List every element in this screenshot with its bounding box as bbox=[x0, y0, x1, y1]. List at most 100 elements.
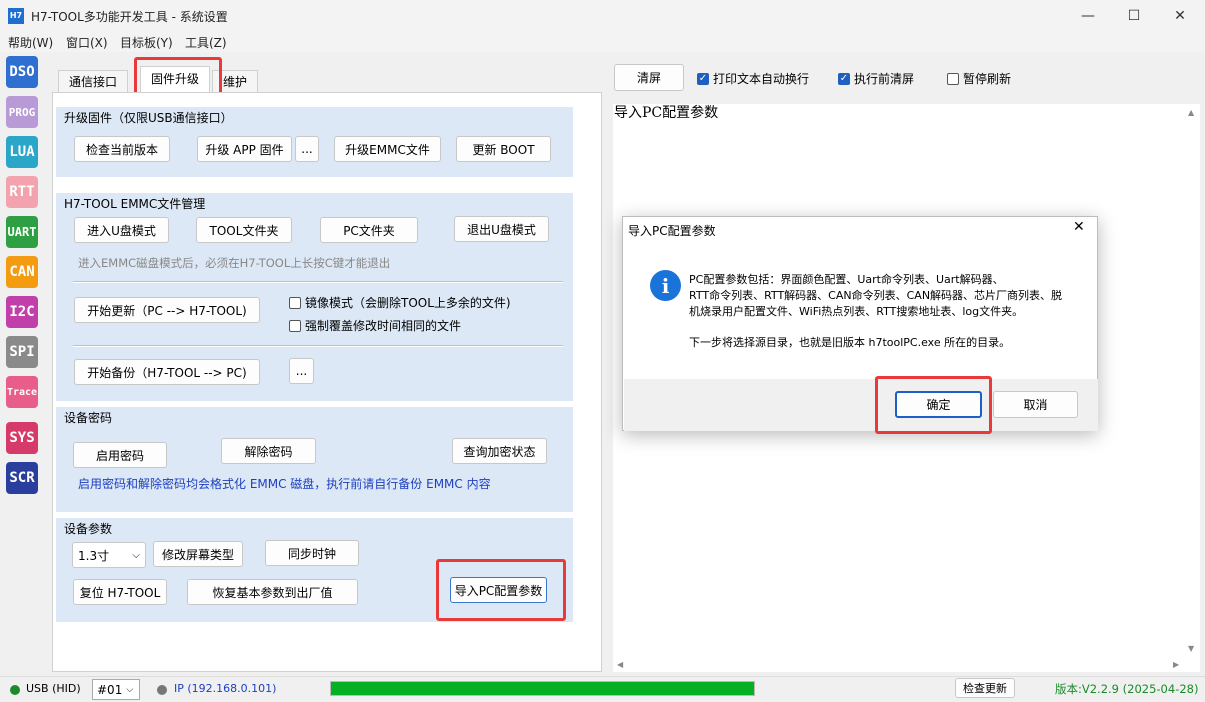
info-icon: i bbox=[650, 270, 681, 301]
scroll-up-icon[interactable]: ▲ bbox=[1188, 108, 1194, 117]
select-value: #01 bbox=[97, 682, 123, 697]
chevron-down-icon: ⌵ bbox=[132, 549, 140, 561]
ip-status-dot bbox=[157, 685, 167, 695]
horizontal-scrollbar[interactable]: ◀ ▶ bbox=[613, 658, 1200, 672]
close-icon[interactable]: ✕ bbox=[1157, 0, 1203, 32]
select-value: 1.3寸 bbox=[78, 548, 110, 563]
status-bar: USB (HID) #01 ⌵ IP (192.168.0.101) 检查更新 … bbox=[0, 676, 1205, 702]
version-text: 版本:V2.2.9 (2025-04-28) bbox=[1055, 682, 1199, 696]
tool-folder-button[interactable]: TOOL文件夹 bbox=[196, 217, 292, 243]
sidebar-item-trace[interactable]: Trace bbox=[6, 376, 38, 408]
exit-udisk-button[interactable]: 退出U盘模式 bbox=[454, 216, 549, 242]
auto-wrap-checkbox[interactable]: ✓ 打印文本自动换行 bbox=[697, 70, 809, 87]
sidebar-item-rtt[interactable]: RTT bbox=[6, 176, 38, 208]
checkbox-box: ✓ bbox=[838, 72, 850, 85]
maximize-icon[interactable]: ☐ bbox=[1111, 0, 1157, 32]
dialog-message-line: 机烧录用户配置文件、WiFi热点列表、RTT搜索地址表、log文件夹。 bbox=[689, 305, 1024, 318]
checkbox-box: ✓ bbox=[697, 72, 709, 85]
scroll-left-icon[interactable]: ◀ bbox=[617, 660, 623, 669]
sidebar-item-sys[interactable]: SYS bbox=[6, 422, 38, 454]
start-update-button[interactable]: 开始更新（PC --> H7-TOOL) bbox=[74, 297, 260, 323]
progress-bar bbox=[330, 681, 755, 696]
reset-tool-button[interactable]: 复位 H7-TOOL bbox=[73, 579, 167, 605]
clear-screen-button[interactable]: 清屏 bbox=[614, 64, 684, 91]
menu-window[interactable]: 窗口(X) bbox=[66, 34, 108, 51]
sidebar-item-i2c[interactable]: I2C bbox=[6, 296, 38, 328]
dialog-message-line: 下一步将选择源目录，也就是旧版本 h7toolPC.exe 所在的目录。 bbox=[689, 336, 1011, 349]
sidebar-item-dso[interactable]: DSO bbox=[6, 56, 38, 88]
group-title: 设备参数 bbox=[64, 522, 113, 536]
cancel-button[interactable]: 取消 bbox=[993, 391, 1078, 418]
sync-clock-button[interactable]: 同步时钟 bbox=[265, 540, 359, 566]
start-backup-button[interactable]: 开始备份（H7-TOOL --> PC) bbox=[74, 359, 260, 385]
ip-status-text: IP (192.168.0.101) bbox=[174, 682, 277, 695]
usb-status-dot bbox=[10, 685, 20, 695]
minimize-icon[interactable]: — bbox=[1065, 0, 1111, 32]
menu-help[interactable]: 帮助(W) bbox=[8, 34, 53, 51]
import-config-dialog: 导入PC配置参数 ✕ i PC配置参数包括：界面颜色配置、Uart命令列表、Ua… bbox=[622, 216, 1098, 431]
upgrade-emmc-button[interactable]: 升级EMMC文件 bbox=[334, 136, 441, 162]
scroll-down-icon[interactable]: ▼ bbox=[1188, 644, 1194, 653]
highlight-box bbox=[875, 376, 992, 434]
vertical-scrollbar[interactable]: ▲ ▼ bbox=[1186, 104, 1200, 658]
screen-size-select[interactable]: 1.3寸 ⌵ bbox=[72, 542, 146, 568]
password-warning-text: 启用密码和解除密码均会格式化 EMMC 磁盘，执行前请自行备份 EMMC 内容 bbox=[78, 477, 491, 491]
checkbox-label: 打印文本自动换行 bbox=[713, 72, 810, 86]
title-bar: H7 H7-TOOL多功能开发工具 - 系统设置 — ☐ ✕ bbox=[0, 0, 1205, 32]
sidebar-item-can[interactable]: CAN bbox=[6, 256, 38, 288]
scroll-right-icon[interactable]: ▶ bbox=[1173, 660, 1179, 669]
group-title: H7-TOOL EMMC文件管理 bbox=[64, 197, 206, 211]
checkbox-box bbox=[947, 72, 959, 85]
pc-folder-button[interactable]: PC文件夹 bbox=[320, 217, 418, 243]
checkbox-label: 暂停刷新 bbox=[963, 72, 1012, 86]
sidebar-item-lua[interactable]: LUA bbox=[6, 136, 38, 168]
emmc-hint-text: 进入EMMC磁盘模式后，必须在H7-TOOL上长按C键才能退出 bbox=[78, 256, 391, 270]
dialog-title: 导入PC配置参数 bbox=[628, 224, 716, 238]
checkbox-box bbox=[289, 319, 301, 332]
close-icon[interactable]: ✕ bbox=[1073, 219, 1085, 235]
menu-bar: 帮助(W) 窗口(X) 目标板(Y) 工具(Z) bbox=[0, 32, 1205, 52]
checkbox-label: 强制覆盖修改时间相同的文件 bbox=[305, 319, 462, 333]
restore-defaults-button[interactable]: 恢复基本参数到出厂值 bbox=[187, 579, 358, 605]
check-version-button[interactable]: 检查当前版本 bbox=[74, 136, 170, 162]
group-title: 升级固件（仅限USB通信接口） bbox=[64, 111, 233, 125]
divider bbox=[73, 281, 563, 283]
upgrade-app-button[interactable]: 升级 APP 固件 bbox=[197, 136, 292, 162]
enter-udisk-button[interactable]: 进入U盘模式 bbox=[74, 217, 169, 243]
menu-target-board[interactable]: 目标板(Y) bbox=[120, 34, 173, 51]
mirror-mode-checkbox[interactable]: 镜像模式（会删除TOOL上多余的文件) bbox=[289, 294, 511, 311]
remove-password-button[interactable]: 解除密码 bbox=[221, 438, 316, 464]
pause-refresh-checkbox[interactable]: 暂停刷新 bbox=[947, 70, 1011, 87]
clear-before-checkbox[interactable]: ✓ 执行前清屏 bbox=[838, 70, 914, 87]
menu-tools[interactable]: 工具(Z) bbox=[185, 34, 227, 51]
sidebar-item-spi[interactable]: SPI bbox=[6, 336, 38, 368]
divider bbox=[73, 345, 563, 347]
query-encryption-button[interactable]: 查询加密状态 bbox=[452, 438, 547, 464]
browse-app-button[interactable]: ... bbox=[295, 136, 319, 162]
sidebar-item-prog[interactable]: PROG bbox=[6, 96, 38, 128]
modify-screen-button[interactable]: 修改屏幕类型 bbox=[153, 541, 243, 567]
checkbox-label: 执行前清屏 bbox=[854, 72, 915, 86]
enable-password-button[interactable]: 启用密码 bbox=[73, 442, 167, 468]
app-icon: H7 bbox=[8, 8, 24, 24]
usb-status-text: USB (HID) bbox=[26, 682, 81, 695]
tab-comm-interface[interactable]: 通信接口 bbox=[58, 70, 129, 92]
update-boot-button[interactable]: 更新 BOOT bbox=[456, 136, 551, 162]
window-title: H7-TOOL多功能开发工具 - 系统设置 bbox=[31, 10, 228, 24]
sidebar-item-scr[interactable]: SCR bbox=[6, 462, 38, 494]
module-sidebar: DSO PROG LUA RTT UART CAN I2C SPI Trace … bbox=[0, 52, 46, 677]
chevron-down-icon: ⌵ bbox=[126, 684, 134, 695]
force-overwrite-checkbox[interactable]: 强制覆盖修改时间相同的文件 bbox=[289, 317, 461, 334]
checkbox-box bbox=[289, 296, 301, 309]
group-title: 设备密码 bbox=[64, 411, 113, 425]
sidebar-item-uart[interactable]: UART bbox=[6, 216, 38, 248]
browse-backup-button[interactable]: ... bbox=[289, 358, 314, 384]
highlight-box bbox=[134, 57, 222, 97]
checkbox-label: 镜像模式（会删除TOOL上多余的文件) bbox=[305, 296, 511, 310]
dialog-message-line: RTT命令列表、RTT解码器、CAN命令列表、CAN解码器、芯片厂商列表、脱 bbox=[689, 289, 1063, 302]
dialog-message-line: PC配置参数包括：界面颜色配置、Uart命令列表、Uart解码器、 bbox=[689, 273, 1004, 286]
check-update-button[interactable]: 检查更新 bbox=[955, 678, 1015, 698]
highlight-box bbox=[436, 559, 566, 621]
log-text: 导入PC配置参数 bbox=[614, 105, 719, 121]
device-select[interactable]: #01 ⌵ bbox=[92, 679, 140, 700]
